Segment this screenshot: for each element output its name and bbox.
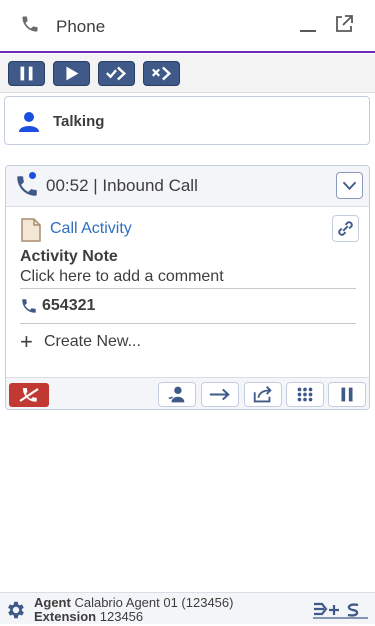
call-activity-link[interactable]: Call Activity bbox=[50, 220, 132, 238]
consult-icon bbox=[168, 386, 185, 403]
call-actions-bar bbox=[6, 377, 369, 409]
active-call-indicator bbox=[29, 172, 36, 179]
phone-icon bbox=[20, 297, 38, 315]
activity-note-input[interactable]: Click here to add a comment bbox=[20, 268, 224, 286]
activity-note-title: Activity Note bbox=[20, 248, 118, 265]
call-title: 00:52 | Inbound Call bbox=[46, 176, 198, 195]
play-icon bbox=[66, 66, 79, 81]
extension-label: Extension bbox=[34, 609, 97, 624]
popout-icon[interactable] bbox=[333, 13, 355, 35]
hold-icon bbox=[341, 387, 353, 402]
chevron-down-icon bbox=[342, 181, 357, 191]
phone-icon bbox=[20, 14, 40, 34]
share-button[interactable] bbox=[244, 382, 282, 407]
person-icon bbox=[17, 109, 41, 133]
transfer-button[interactable] bbox=[201, 382, 239, 407]
call-card: 00:52 | Inbound Call Call Activity Activ… bbox=[5, 165, 370, 410]
create-new-label: Create New... bbox=[44, 333, 141, 350]
collapse-button[interactable] bbox=[336, 172, 363, 199]
gear-icon[interactable] bbox=[5, 599, 27, 621]
call-activity-row: Call Activity bbox=[20, 215, 360, 242]
wrapup-complete-button[interactable] bbox=[98, 61, 135, 86]
next-check-icon bbox=[105, 66, 127, 81]
agent-status-label: Talking bbox=[53, 113, 105, 130]
end-call-icon bbox=[19, 388, 39, 402]
footer: Agent Calabrio Agent 01 (123456) Extensi… bbox=[0, 592, 375, 624]
consult-button[interactable] bbox=[158, 382, 196, 407]
ready-button[interactable] bbox=[53, 61, 90, 86]
wrapup-cancel-button[interactable] bbox=[143, 61, 180, 86]
transfer-icon bbox=[209, 388, 230, 401]
call-phone-icon bbox=[14, 173, 40, 199]
call-card-header: 00:52 | Inbound Call bbox=[6, 166, 369, 207]
document-icon bbox=[20, 218, 42, 242]
hold-button[interactable] bbox=[328, 382, 366, 407]
agent-value: Calabrio Agent 01 (123456) bbox=[74, 595, 234, 610]
plus-icon: + bbox=[20, 329, 33, 354]
panel-title: Phone bbox=[56, 17, 106, 36]
agent-status-card: Talking bbox=[4, 96, 370, 145]
create-new-button[interactable]: + Create New... bbox=[20, 329, 220, 354]
hangup-button[interactable] bbox=[9, 383, 49, 407]
link-button[interactable] bbox=[332, 215, 359, 242]
vendor-logo bbox=[312, 600, 370, 620]
keypad-icon bbox=[297, 387, 313, 402]
pause-button[interactable] bbox=[8, 61, 45, 86]
agent-state-toolbar bbox=[0, 54, 375, 93]
agent-info: Agent Calabrio Agent 01 (123456) bbox=[34, 595, 233, 610]
pause-icon bbox=[20, 66, 33, 81]
extension-value: 123456 bbox=[99, 609, 144, 624]
caller-number: 654321 bbox=[42, 297, 96, 314]
share-icon bbox=[253, 386, 272, 403]
divider bbox=[20, 288, 356, 289]
extension-info: Extension 123456 bbox=[34, 609, 143, 624]
next-x-icon bbox=[151, 66, 172, 81]
minimize-button[interactable] bbox=[298, 14, 320, 36]
divider bbox=[20, 323, 356, 324]
header: Phone bbox=[0, 0, 375, 53]
keypad-button[interactable] bbox=[286, 382, 324, 407]
link-icon bbox=[338, 221, 353, 236]
agent-label: Agent bbox=[34, 595, 71, 610]
